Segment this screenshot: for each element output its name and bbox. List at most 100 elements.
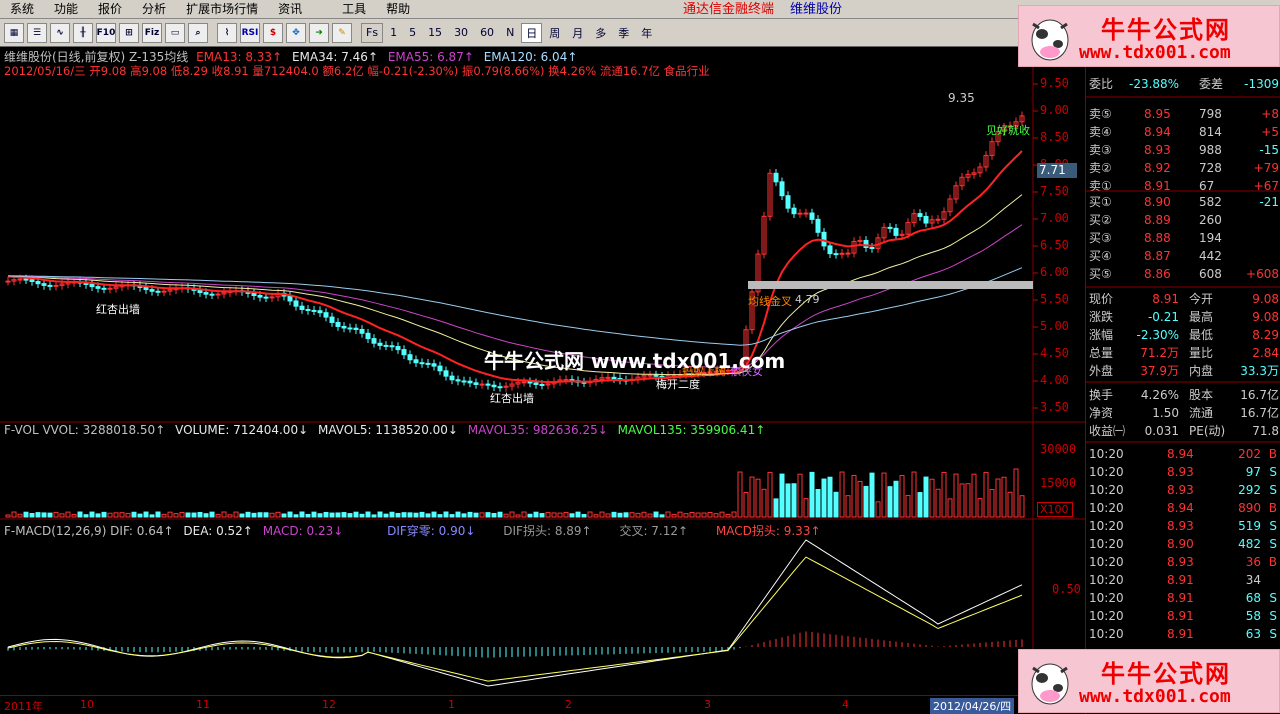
tick-time: 10:20 [1089,519,1124,533]
volume-bar [353,511,359,518]
volume-bar [179,512,185,518]
date-axis: 2011年 10 11 12 1 2 3 4 2012/04/26/四 [0,695,1085,714]
candle-body [935,218,941,221]
volume-bar [587,511,593,518]
volume-bar [857,480,863,518]
tick-price: 8.94 [1167,501,1194,515]
bid-label: 买④ [1089,249,1112,263]
date-label: 10 [80,698,94,711]
stat-label: 收益㈠ [1089,424,1126,438]
volume-bar [275,511,281,518]
period-day[interactable]: 日 [521,22,543,43]
volume-bar [875,501,881,518]
menu-help[interactable]: 帮助 [376,0,420,19]
period-month[interactable]: 月 [567,23,588,43]
volume-bar [683,513,689,518]
annotation-hongxing-2: 红杏出墙 [490,392,534,405]
indicator-icon[interactable]: ⌇ [217,22,237,43]
tick-side: B [1268,501,1277,515]
bid-row: 买⑤ 8.86 608 +608 [1089,265,1279,283]
volume-bar [833,491,839,518]
volume-bar [707,512,713,518]
volume-bar [53,511,59,518]
bid-row: 买① 8.90 582 -21 [1089,193,1279,211]
menu-quote[interactable]: 报价 [88,0,132,19]
volume-bar [911,471,917,518]
rsi-icon[interactable]: RSI [240,22,260,43]
period-15min[interactable]: 15 [423,23,447,43]
volume-bar [785,483,791,518]
period-1min[interactable]: 1 [385,23,402,43]
menu-extended-market[interactable]: 扩展市场行情 [176,0,268,19]
stat-value: 8.91 [1152,292,1179,306]
ask-label: 卖④ [1089,125,1112,139]
volume-bar [509,511,515,518]
volume-bar [269,512,275,518]
volume-bar [761,488,767,518]
candle-body [893,227,899,236]
period-fs[interactable]: Fs [361,22,384,43]
menu-system[interactable]: 系统 [0,0,44,19]
kline-icon[interactable]: ╫ [73,22,93,43]
period-60min[interactable]: 60 [475,23,499,43]
volume-bar [959,483,965,518]
volume-bar [905,494,911,518]
search-icon[interactable]: ⌕ [188,22,208,43]
period-30min[interactable]: 30 [449,23,473,43]
stat-value: 9.08 [1252,292,1279,306]
period-year[interactable]: 年 [636,23,657,43]
candle-body [527,381,533,384]
tick-row: 10:20 8.94 890 B [1089,499,1279,517]
volume-bar [737,471,743,518]
menu-info[interactable]: 资讯 [268,0,312,19]
volume-bar [923,476,929,518]
period-quarter[interactable]: 季 [613,23,634,43]
ask-volume: 814 [1199,125,1222,139]
tick-price: 8.93 [1167,555,1194,569]
volume-bar [689,512,695,518]
pen-icon[interactable]: ✎ [332,22,352,43]
f10-icon[interactable]: F10 [96,22,116,43]
app-title: 通达信金融终端 [683,2,775,17]
list-icon[interactable]: ☰ [27,22,47,43]
line-chart-icon[interactable]: ∿ [50,22,70,43]
move-icon[interactable]: ✥ [286,22,306,43]
candle-body [869,247,875,250]
window-icon[interactable]: ▭ [165,22,185,43]
tick-side: S [1269,627,1277,641]
volume-bar [725,513,731,518]
grid-icon[interactable]: ▦ [4,22,24,43]
candle-body [17,278,23,281]
chart-area[interactable]: 维维股份(日线,前复权) Z-135均线 EMA13: 8.33↑ EMA34:… [0,47,1085,695]
menu-function[interactable]: 功能 [44,0,88,19]
fiz-icon[interactable]: Fiz [142,22,162,43]
period-week[interactable]: 周 [544,23,565,43]
period-multi[interactable]: 多 [590,23,611,43]
stat-label: 流通 [1189,406,1214,420]
volume-bar [149,514,155,518]
y-label: 7.00 [1040,211,1069,225]
y-label: 5.50 [1040,292,1069,306]
period-n[interactable]: N [501,23,519,43]
current-price-tag: 7.71 [1037,163,1077,178]
ask-change: +79 [1253,161,1279,175]
menu-analysis[interactable]: 分析 [132,0,176,19]
dea-readout: DEA: 0.52↑ [183,524,253,538]
dollar-icon[interactable]: $ [263,22,283,43]
tick-row: 10:20 8.93 292 S [1089,481,1279,499]
period-5min[interactable]: 5 [404,23,421,43]
volume-bar [137,513,143,518]
stat-label: 股本 [1189,388,1214,402]
stat-value: 71.2万 [1140,346,1179,360]
bid-row: 买② 8.89 260 [1089,211,1279,229]
volume-bar [791,483,797,518]
candle-body [455,379,461,382]
menu-tools[interactable]: 工具 [332,0,376,19]
tick-time: 10:20 [1089,537,1124,551]
volume-bar [407,512,413,518]
volume-bar [317,513,323,518]
volume-bar [665,511,671,518]
volume-bar [899,475,905,518]
multi-window-icon[interactable]: ⊞ [119,22,139,43]
arrow-icon[interactable]: ➜ [309,22,329,43]
